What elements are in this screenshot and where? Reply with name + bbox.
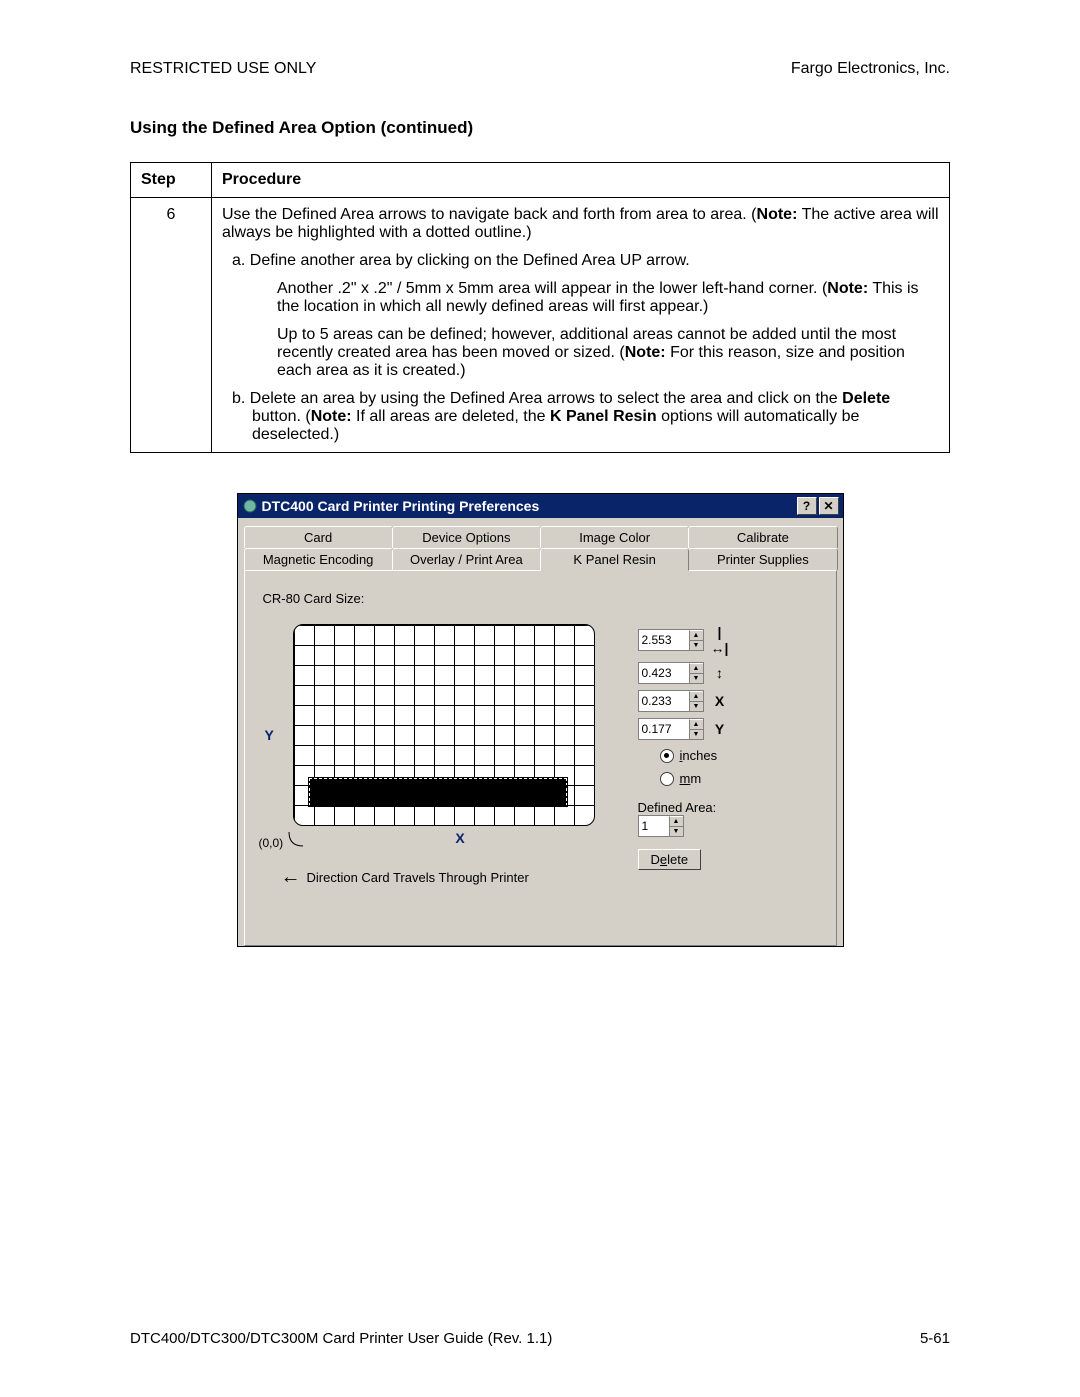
tab-magnetic-encoding[interactable]: Magnetic Encoding xyxy=(244,548,393,570)
height-up[interactable]: ▲ xyxy=(689,663,703,673)
tab-row-front: Magnetic Encoding Overlay / Print Area K… xyxy=(244,548,837,570)
document-page: RESTRICTED USE ONLY Fargo Electronics, I… xyxy=(0,0,1080,1397)
tab-row-back: Card Device Options Image Color Calibrat… xyxy=(244,526,837,548)
x-up[interactable]: ▲ xyxy=(689,691,703,701)
col-procedure: Procedure xyxy=(212,163,950,198)
card-grid[interactable] xyxy=(293,624,595,826)
card-size-label: CR-80 Card Size: xyxy=(263,591,818,606)
y-input[interactable] xyxy=(639,719,689,739)
header-right: Fargo Electronics, Inc. xyxy=(791,60,950,78)
section-title: Using the Defined Area Option (continued… xyxy=(130,118,950,138)
x-spinner-row: ▲▼ X xyxy=(638,690,818,712)
step-number: 6 xyxy=(131,198,212,453)
item-b: b. Delete an area by using the Defined A… xyxy=(222,390,939,444)
width-down[interactable]: ▼ xyxy=(689,640,703,650)
height-icon: ↕ xyxy=(710,665,730,681)
height-down[interactable]: ▼ xyxy=(689,673,703,683)
defined-area-rect[interactable] xyxy=(308,777,568,807)
height-spinner-row: ▲▼ ↕ xyxy=(638,662,818,684)
titlebar: DTC400 Card Printer Printing Preferences… xyxy=(238,494,843,518)
x-down[interactable]: ▼ xyxy=(689,701,703,711)
tab-calibrate[interactable]: Calibrate xyxy=(688,526,837,548)
width-up[interactable]: ▲ xyxy=(689,630,703,640)
item-a: a. Define another area by clicking on th… xyxy=(222,252,939,270)
panel-body: Y (0,0) X ← Direction Card Travels T xyxy=(263,624,818,889)
procedure-table: Step Procedure 6 Use the Defined Area ar… xyxy=(130,162,950,453)
origin-arc-icon xyxy=(287,830,305,848)
card-preview-area: Y (0,0) X ← Direction Card Travels T xyxy=(263,624,628,889)
x-icon: X xyxy=(710,693,730,709)
defined-area-input[interactable] xyxy=(639,816,669,836)
help-button[interactable]: ? xyxy=(797,497,817,515)
tab-image-color[interactable]: Image Color xyxy=(540,526,689,548)
height-input[interactable] xyxy=(639,663,689,683)
tab-overlay-print-area[interactable]: Overlay / Print Area xyxy=(392,548,541,570)
tab-device-options[interactable]: Device Options xyxy=(392,526,541,548)
tab-card[interactable]: Card xyxy=(244,526,393,548)
y-down[interactable]: ▼ xyxy=(689,729,703,739)
tab-k-panel-resin[interactable]: K Panel Resin xyxy=(540,548,689,571)
direction-row: ← Direction Card Travels Through Printer xyxy=(281,866,628,889)
direction-arrow-icon: ← xyxy=(281,866,301,889)
item-a-body1: Another .2" x .2" / 5mm x 5mm area will … xyxy=(277,280,939,316)
defined-area-label: Defined Area: xyxy=(638,800,818,815)
y-up[interactable]: ▲ xyxy=(689,719,703,729)
procedure-cell: Use the Defined Area arrows to navigate … xyxy=(212,198,950,453)
card-grid-wrap: Y (0,0) X xyxy=(293,624,628,846)
delete-button[interactable]: Delete xyxy=(638,849,702,870)
defined-area-spinner-row: ▲▼ xyxy=(638,815,818,837)
width-input[interactable] xyxy=(639,630,689,650)
y-icon: Y xyxy=(710,721,730,737)
dialog-screenshot: DTC400 Card Printer Printing Preferences… xyxy=(130,493,950,947)
defined-area-spinner[interactable]: ▲▼ xyxy=(638,815,684,837)
width-spinner[interactable]: ▲▼ xyxy=(638,629,704,651)
x-input[interactable] xyxy=(639,691,689,711)
radio-mm[interactable]: mm xyxy=(660,771,818,786)
y-axis-label: Y xyxy=(265,727,274,743)
page-footer: DTC400/DTC300/DTC300M Card Printer User … xyxy=(130,1330,950,1347)
tab-panel: CR-80 Card Size: Y (0,0) X xyxy=(244,570,837,946)
radio-inches-dot[interactable] xyxy=(660,749,674,763)
footer-left: DTC400/DTC300/DTC300M Card Printer User … xyxy=(130,1330,552,1347)
y-spinner-row: ▲▼ Y xyxy=(638,718,818,740)
tabs: Card Device Options Image Color Calibrat… xyxy=(238,518,843,946)
x-spinner[interactable]: ▲▼ xyxy=(638,690,704,712)
footer-right: 5-61 xyxy=(920,1330,950,1347)
width-spinner-row: ▲▼ |↔| xyxy=(638,624,818,656)
width-icon: |↔| xyxy=(710,624,730,656)
defined-area-up[interactable]: ▲ xyxy=(669,816,683,826)
header-left: RESTRICTED USE ONLY xyxy=(130,60,316,78)
page-header: RESTRICTED USE ONLY Fargo Electronics, I… xyxy=(130,60,950,78)
radio-mm-dot[interactable] xyxy=(660,772,674,786)
item-a-body2: Up to 5 areas can be defined; however, a… xyxy=(277,326,939,380)
preferences-dialog: DTC400 Card Printer Printing Preferences… xyxy=(237,493,844,947)
x-axis-label: X xyxy=(293,830,628,846)
tab-printer-supplies[interactable]: Printer Supplies xyxy=(688,548,837,570)
radio-inches[interactable]: inches xyxy=(660,748,818,763)
col-step: Step xyxy=(131,163,212,198)
close-button[interactable]: ✕ xyxy=(819,497,839,515)
direction-label: Direction Card Travels Through Printer xyxy=(307,870,529,885)
p1: Use the Defined Area arrows to navigate … xyxy=(222,206,939,242)
controls-column: ▲▼ |↔| ▲▼ ↕ xyxy=(628,624,818,889)
height-spinner[interactable]: ▲▼ xyxy=(638,662,704,684)
origin-label: (0,0) xyxy=(259,836,284,850)
app-icon xyxy=(242,498,258,514)
y-spinner[interactable]: ▲▼ xyxy=(638,718,704,740)
dialog-title: DTC400 Card Printer Printing Preferences xyxy=(262,498,795,514)
defined-area-down[interactable]: ▼ xyxy=(669,826,683,836)
